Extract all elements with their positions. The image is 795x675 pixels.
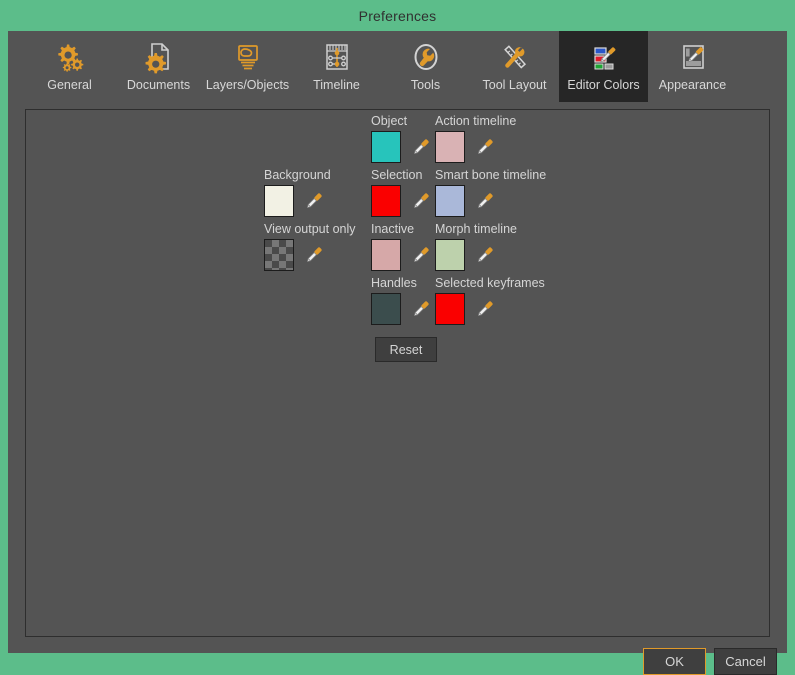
window-body: General Documents Layers/Objects Timelin… bbox=[8, 31, 787, 675]
cancel-button[interactable]: Cancel bbox=[714, 648, 777, 675]
color-swatch-background[interactable] bbox=[264, 185, 294, 217]
color-entry-view-output-only-row bbox=[264, 239, 356, 271]
color-entry-selection-row bbox=[371, 185, 436, 217]
color-entry-morph-timeline-row bbox=[435, 239, 517, 271]
color-entry-object-label: Object bbox=[371, 114, 408, 128]
color-swatch-selection[interactable] bbox=[371, 185, 401, 217]
preferences-window: Preferences General Documents Layers/Obj… bbox=[0, 0, 795, 675]
tab-timeline[interactable]: Timeline bbox=[292, 31, 381, 102]
color-swatch-smart-bone-timeline[interactable] bbox=[435, 185, 465, 217]
tab-editor-colors-label: Editor Colors bbox=[567, 78, 640, 92]
window-title: Preferences bbox=[358, 7, 437, 24]
tab-editor-colors[interactable]: Editor Colors bbox=[559, 31, 648, 102]
color-entry-smart-bone-timeline-row bbox=[435, 185, 546, 217]
color-entry-selection-label: Selection bbox=[371, 168, 423, 182]
color-entry-smart-bone-timeline-label: Smart bone timeline bbox=[435, 168, 547, 182]
tab-tool-layout[interactable]: Tool Layout bbox=[470, 31, 559, 102]
color-entry-selection: Selection bbox=[371, 168, 436, 217]
color-entry-background-row bbox=[264, 185, 331, 217]
color-entry-object: Object bbox=[371, 114, 436, 163]
color-swatch-action-timeline[interactable] bbox=[435, 131, 465, 163]
color-swatch-morph-timeline[interactable] bbox=[435, 239, 465, 271]
eyedropper-icon-smart-bone-timeline[interactable] bbox=[470, 185, 500, 217]
color-entry-action-timeline-label: Action timeline bbox=[435, 114, 517, 128]
appearance-icon bbox=[673, 38, 713, 76]
eyedropper-icon-handles[interactable] bbox=[406, 293, 436, 325]
gears-icon bbox=[50, 38, 90, 76]
layers-objects-icon bbox=[228, 38, 268, 76]
tab-timeline-label: Timeline bbox=[313, 78, 360, 92]
tool-layout-icon bbox=[495, 38, 535, 76]
editor-colors-icon bbox=[584, 38, 624, 76]
tab-appearance[interactable]: Appearance bbox=[648, 31, 737, 102]
preferences-tabstrip: General Documents Layers/Objects Timelin… bbox=[8, 31, 787, 104]
color-entry-selected-keyframes-label: Selected keyframes bbox=[435, 276, 545, 290]
tab-tools-label: Tools bbox=[410, 78, 441, 92]
color-swatch-selected-keyframes[interactable] bbox=[435, 293, 465, 325]
tab-general-label: General bbox=[47, 78, 92, 92]
timeline-icon bbox=[317, 38, 357, 76]
color-entry-smart-bone-timeline: Smart bone timeline bbox=[435, 168, 546, 217]
color-entry-inactive-label: Inactive bbox=[371, 222, 415, 236]
color-entry-object-row bbox=[371, 131, 436, 163]
eyedropper-icon-inactive[interactable] bbox=[406, 239, 436, 271]
eyedropper-icon-view-output-only[interactable] bbox=[299, 239, 329, 271]
eyedropper-icon-selected-keyframes[interactable] bbox=[470, 293, 500, 325]
wrench-icon bbox=[406, 38, 446, 76]
editor-colors-panel: Background View output only Object Selec… bbox=[25, 109, 770, 637]
tab-documents[interactable]: Documents bbox=[114, 31, 203, 102]
tab-general[interactable]: General bbox=[25, 31, 114, 102]
color-swatch-handles[interactable] bbox=[371, 293, 401, 325]
tab-documents-label: Documents bbox=[126, 78, 191, 92]
color-entry-background-label: Background bbox=[264, 168, 331, 182]
eyedropper-icon-selection[interactable] bbox=[406, 185, 436, 217]
color-entry-view-output-only-label: View output only bbox=[264, 222, 356, 236]
color-entry-morph-timeline: Morph timeline bbox=[435, 222, 517, 271]
eyedropper-icon-object[interactable] bbox=[406, 131, 436, 163]
tab-tool-layout-label: Tool Layout bbox=[482, 78, 547, 92]
tab-appearance-label: Appearance bbox=[658, 78, 727, 92]
dialog-footer: OK Cancel bbox=[8, 637, 787, 675]
eyedropper-icon-background[interactable] bbox=[299, 185, 329, 217]
reset-button[interactable]: Reset bbox=[375, 337, 437, 362]
color-entry-handles: Handles bbox=[371, 276, 436, 325]
color-swatch-view-output-only[interactable] bbox=[264, 239, 294, 271]
tab-layers-objects-label: Layers/Objects bbox=[205, 78, 290, 92]
color-swatch-inactive[interactable] bbox=[371, 239, 401, 271]
color-entry-inactive: Inactive bbox=[371, 222, 436, 271]
color-entry-selected-keyframes-row bbox=[435, 293, 545, 325]
color-entry-background: Background bbox=[264, 168, 331, 217]
color-entry-selected-keyframes: Selected keyframes bbox=[435, 276, 545, 325]
color-entry-morph-timeline-label: Morph timeline bbox=[435, 222, 517, 236]
color-swatch-object[interactable] bbox=[371, 131, 401, 163]
ok-button[interactable]: OK bbox=[643, 648, 706, 675]
color-entry-view-output-only: View output only bbox=[264, 222, 356, 271]
title-bar: Preferences bbox=[0, 0, 795, 31]
document-gear-icon bbox=[139, 38, 179, 76]
color-entry-action-timeline-row bbox=[435, 131, 516, 163]
color-settings-grid: Background View output only Object Selec… bbox=[26, 110, 771, 638]
color-entry-action-timeline: Action timeline bbox=[435, 114, 516, 163]
tab-tools[interactable]: Tools bbox=[381, 31, 470, 102]
eyedropper-icon-action-timeline[interactable] bbox=[470, 131, 500, 163]
color-entry-handles-row bbox=[371, 293, 436, 325]
eyedropper-icon-morph-timeline[interactable] bbox=[470, 239, 500, 271]
color-entry-handles-label: Handles bbox=[371, 276, 417, 290]
color-entry-inactive-row bbox=[371, 239, 436, 271]
tab-layers-objects[interactable]: Layers/Objects bbox=[203, 31, 292, 102]
